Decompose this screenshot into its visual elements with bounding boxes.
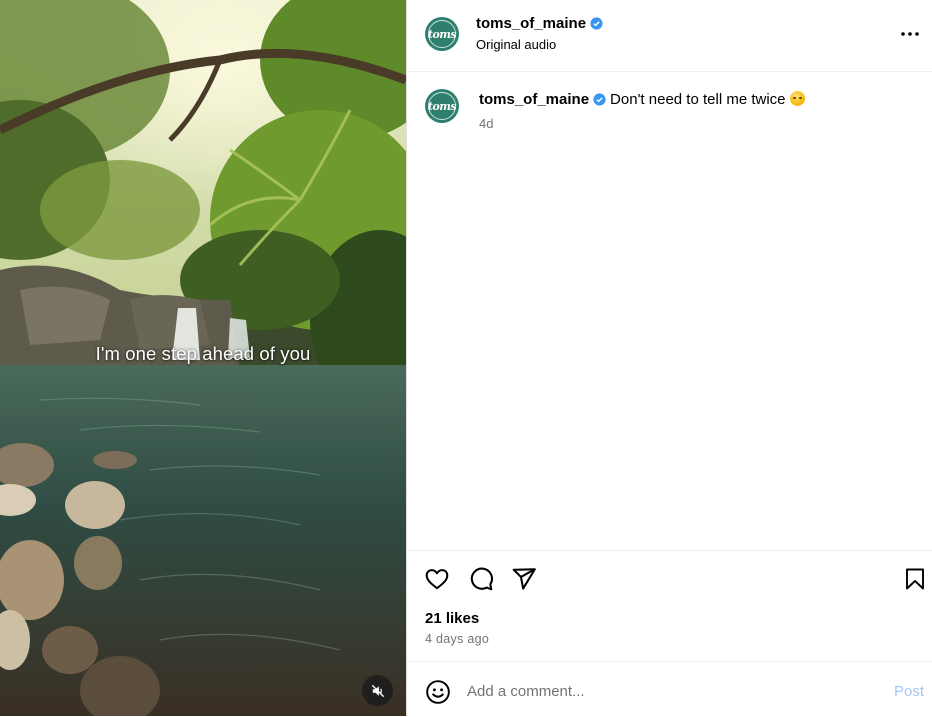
comment-icon[interactable] — [468, 566, 494, 592]
share-icon[interactable] — [511, 566, 537, 592]
post-comment-button[interactable]: Post — [894, 683, 924, 700]
post-header: toms toms_of_maine Original audio — [407, 0, 932, 72]
author-avatar[interactable]: toms — [425, 17, 459, 51]
comment-author-avatar[interactable]: toms — [425, 89, 459, 123]
likes-count[interactable]: 21 likes — [425, 610, 479, 627]
avatar-ring — [428, 92, 456, 120]
bookmark-icon[interactable] — [903, 566, 927, 592]
comment-body: toms_of_maine Don't need to tell me twice — [479, 91, 805, 108]
author-username[interactable]: toms_of_maine — [476, 15, 603, 32]
comment-composer: Post — [407, 661, 932, 717]
heart-icon[interactable] — [424, 566, 450, 592]
verified-badge-icon — [590, 17, 603, 30]
add-comment-input[interactable] — [467, 678, 847, 704]
emoji-picker-icon[interactable] — [425, 679, 451, 705]
avatar-ring — [428, 20, 456, 48]
smirk-face-emoji — [789, 91, 805, 106]
author-username-text: toms_of_maine — [476, 15, 587, 32]
post-date[interactable]: 4 days ago — [425, 632, 489, 646]
comment-timestamp[interactable]: 4d — [479, 116, 493, 131]
post-details-panel: toms toms_of_maine Original audio toms t… — [407, 0, 932, 716]
comment-username[interactable]: toms_of_maine — [479, 91, 589, 108]
audio-label[interactable]: Original audio — [476, 37, 556, 52]
post-media-video[interactable]: I'm one step ahead of you — [0, 0, 406, 716]
more-options-icon[interactable] — [898, 22, 922, 46]
video-caption-overlay: I'm one step ahead of you — [95, 343, 311, 364]
verified-badge-icon — [593, 93, 606, 106]
speaker-muted-icon — [371, 684, 384, 697]
comment-text: Don't need to tell me twice — [610, 91, 786, 108]
mute-toggle-button[interactable] — [362, 675, 393, 706]
post-actions-section: 21 likes 4 days ago — [407, 550, 932, 662]
